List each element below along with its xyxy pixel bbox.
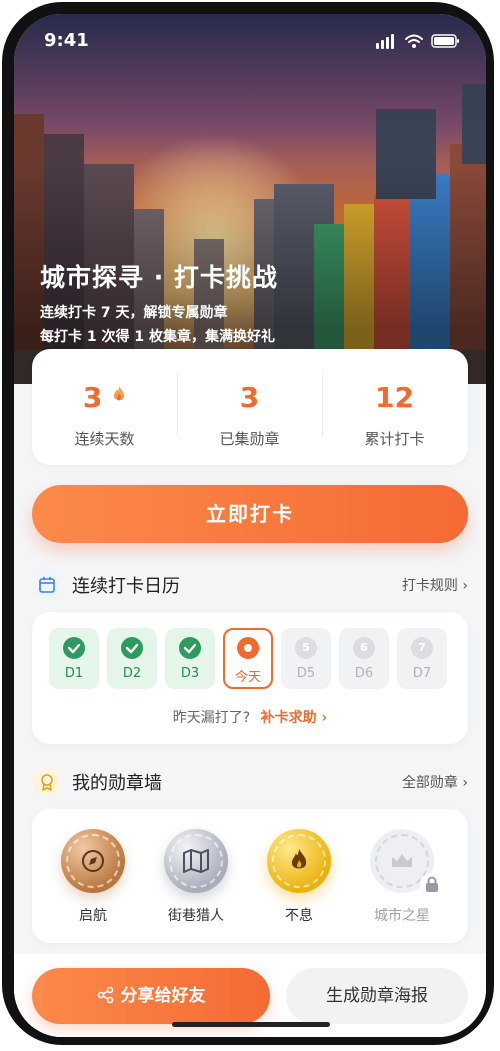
checkin-rules-link[interactable]: 打卡规则 › xyxy=(402,575,468,595)
calendar-day-5: 5 D5 xyxy=(281,628,331,689)
total-label: 累计打卡 xyxy=(364,430,425,448)
total-value: 12 xyxy=(375,381,414,414)
check-icon xyxy=(63,637,85,659)
badge-name: 启航 xyxy=(79,908,107,924)
rescue-link[interactable]: 补卡求助 › xyxy=(261,710,328,726)
streak-value: 3 xyxy=(82,381,103,414)
calendar-day-today[interactable]: 今天 xyxy=(223,628,273,689)
lock-icon xyxy=(420,873,444,897)
stat-streak: 3 连续天数 xyxy=(32,349,177,465)
badge-name: 街巷猎人 xyxy=(168,908,224,924)
hero-subtitle-2: 每打卡 1 次得 1 枚集章，集满换好礼 xyxy=(40,329,275,345)
missed-text: 昨天漏打了? xyxy=(172,710,251,726)
medal-icon xyxy=(41,774,53,791)
app-screen: 9:41 城市探寻 · 打卡挑战 连续打卡 7 天，解锁专属勋章 每打卡 1 次… xyxy=(14,14,486,1037)
checkin-calendar-card: D1 D2 D3 今天 5 D5 6 D6 7 D7 昨天漏打了? 补卡求助 › xyxy=(32,612,468,744)
calendar-day-1: D1 xyxy=(49,628,99,689)
calendar-day-7: 7 D7 xyxy=(397,628,447,689)
share-icon xyxy=(97,986,113,1004)
status-bar: 9:41 xyxy=(14,14,486,64)
today-dot-icon xyxy=(237,637,259,659)
stat-total: 12 累计打卡 xyxy=(322,349,467,465)
flame-icon xyxy=(113,386,125,401)
calendar-icon xyxy=(39,577,55,593)
status-icons xyxy=(376,34,459,49)
missed-checkin-row: 昨天漏打了? 补卡求助 › xyxy=(32,707,468,727)
streak-label: 连续天数 xyxy=(74,430,135,448)
check-icon xyxy=(179,637,201,659)
all-badges-link[interactable]: 全部勋章 › xyxy=(402,772,468,792)
calendar-day-6: 6 D6 xyxy=(339,628,389,689)
map-icon xyxy=(183,849,209,873)
badges-title: 我的勋章墙 xyxy=(72,773,162,794)
calendar-day-2: D2 xyxy=(107,628,157,689)
badges-value: 3 xyxy=(239,381,260,414)
hero-title: 城市探寻 · 打卡挑战 xyxy=(40,263,278,292)
generate-poster-button[interactable]: 生成勋章海报 xyxy=(286,968,468,1024)
badge-name: 城市之星 xyxy=(374,908,430,924)
check-icon xyxy=(121,637,143,659)
calendar-title: 连续打卡日历 xyxy=(72,576,180,597)
hero-subtitle-1: 连续打卡 7 天，解锁专属勋章 xyxy=(40,305,228,321)
badges-section-header: 我的勋章墙 全部勋章 › xyxy=(32,767,468,795)
status-time: 9:41 xyxy=(44,30,89,51)
badges-label: 已集勋章 xyxy=(219,430,280,448)
check-in-button[interactable]: 立即打卡 xyxy=(32,485,468,543)
share-button[interactable]: 分享给好友 xyxy=(32,968,270,1024)
stats-card: 3 连续天数 3 已集勋章 12 累计打卡 xyxy=(32,349,468,465)
calendar-section-header: 连续打卡日历 打卡规则 › xyxy=(32,570,468,598)
badge-wall-card: 启航 街巷猎人 不息 城市之星 xyxy=(32,809,468,943)
share-label: 分享给好友 xyxy=(120,986,206,1006)
compass-icon xyxy=(82,850,104,872)
calendar-day-3: D3 xyxy=(165,628,215,689)
flame-icon xyxy=(291,849,307,869)
stat-badges: 3 已集勋章 xyxy=(177,349,322,465)
home-indicator[interactable] xyxy=(172,1022,330,1027)
badge-name: 不息 xyxy=(285,908,313,924)
